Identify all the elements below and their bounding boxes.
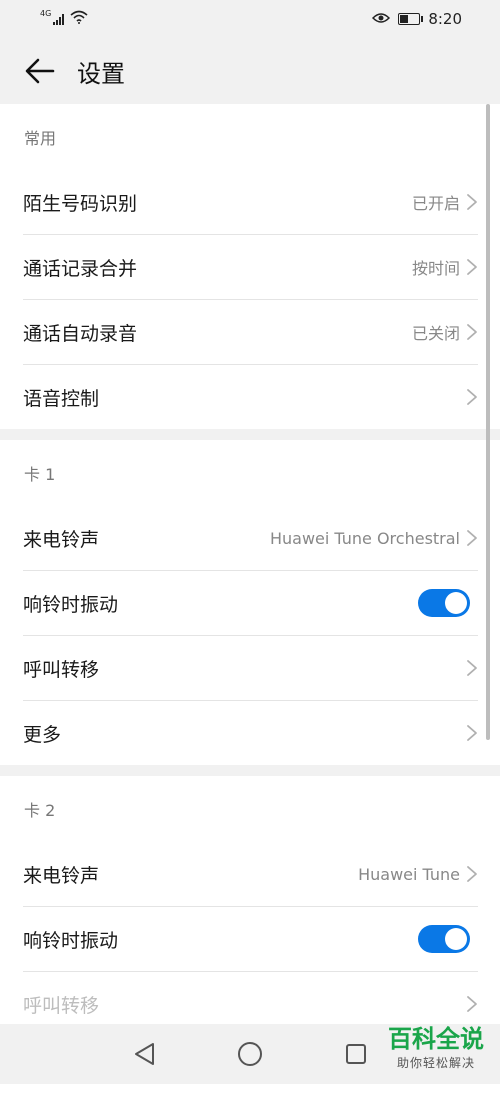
vibrate-toggle[interactable]	[418, 589, 470, 617]
row-right: Huawei Tune	[358, 865, 478, 884]
toggle-knob	[445, 928, 467, 950]
row-right: 已关闭	[412, 320, 478, 344]
settings-row[interactable]: 语音控制	[23, 365, 478, 429]
status-time: 8:20	[428, 10, 462, 28]
row-label: 通话记录合并	[23, 257, 138, 280]
signal-icon	[53, 13, 65, 25]
battery-icon	[398, 13, 424, 25]
row-right: 已开启	[412, 190, 478, 214]
watermark-subtitle: 助你轻松解决	[396, 1056, 475, 1070]
chevron-right-icon	[466, 865, 478, 883]
chevron-right-icon	[466, 323, 478, 341]
chevron-right-icon	[466, 659, 478, 677]
watermark-logo: 百科全说 助你轻松解决	[376, 1024, 496, 1084]
row-label: 语音控制	[23, 387, 100, 410]
chevron-right-icon	[466, 193, 478, 211]
row-value: Huawei Tune Orchestral	[269, 528, 460, 548]
row-right	[418, 589, 478, 617]
section-header: 常用	[24, 129, 57, 148]
settings-row[interactable]: 通话自动录音 已关闭	[23, 300, 478, 365]
battery-fill	[400, 15, 408, 23]
triangle-back-icon[interactable]	[130, 1040, 158, 1068]
arrow-left-icon[interactable]	[20, 51, 60, 91]
square-recent-icon[interactable]	[342, 1040, 370, 1068]
title-bar: 设置	[0, 38, 500, 104]
chevron-right-icon	[466, 529, 478, 547]
row-right	[466, 388, 478, 406]
row-value: 按时间	[411, 259, 460, 278]
row-right	[418, 925, 478, 953]
chevron-right-icon	[466, 724, 478, 742]
settings-row[interactable]: 陌生号码识别 已开启	[23, 170, 478, 235]
row-label: 陌生号码识别	[23, 192, 138, 215]
row-label: 来电铃声	[23, 528, 100, 551]
row-label: 更多	[23, 723, 62, 746]
section-header: 卡 1	[24, 465, 56, 484]
row-label: 响铃时振动	[23, 929, 119, 952]
row-label: 通话自动录音	[23, 322, 138, 345]
settings-row[interactable]: 通话记录合并 按时间	[23, 235, 478, 300]
row-right	[466, 659, 478, 677]
status-right: 8:20	[372, 10, 500, 28]
wifi-icon	[70, 10, 88, 28]
network-type: 4G	[40, 8, 52, 18]
row-right: 按时间	[412, 255, 478, 279]
settings-row[interactable]: 响铃时振动	[23, 571, 478, 636]
settings-row[interactable]: 更多	[23, 701, 478, 765]
page-title: 设置	[77, 59, 125, 88]
section-sim1: 卡 1 来电铃声 Huawei Tune Orchestral 响铃时振动呼叫转移更多	[0, 440, 500, 765]
row-right	[466, 724, 478, 742]
eye-icon	[372, 10, 391, 28]
chevron-right-icon	[466, 995, 478, 1013]
chevron-right-icon	[466, 388, 478, 406]
row-right: Huawei Tune Orchestral	[270, 529, 478, 548]
row-value: 已关闭	[411, 324, 460, 343]
settings-row[interactable]: 呼叫转移	[23, 636, 478, 701]
settings-row[interactable]: 来电铃声 Huawei Tune Orchestral	[23, 506, 478, 571]
status-bar: 4G 8:20	[0, 0, 500, 38]
row-label: 来电铃声	[23, 864, 100, 887]
section-header: 卡 2	[24, 801, 56, 820]
row-value: 已开启	[411, 194, 460, 213]
settings-content: 常用陌生号码识别 已开启通话记录合并 按时间通话自动录音 已关闭语音控制 卡 1 来电铃…	[0, 104, 500, 1101]
row-label: 响铃时振动	[23, 593, 119, 616]
toggle-knob	[445, 592, 467, 614]
row-right	[466, 995, 478, 1013]
scrollbar[interactable]	[486, 104, 490, 740]
settings-row[interactable]: 来电铃声 Huawei Tune	[23, 842, 478, 907]
status-left: 4G	[0, 8, 88, 28]
settings-row[interactable]: 响铃时振动	[23, 907, 478, 972]
row-label: 呼叫转移	[23, 658, 100, 681]
chevron-right-icon	[466, 258, 478, 276]
row-value: Huawei Tune	[358, 864, 460, 884]
watermark-title: 百科全说	[388, 1025, 484, 1053]
vibrate-toggle[interactable]	[418, 925, 470, 953]
circle-home-icon[interactable]	[236, 1040, 264, 1068]
row-label: 呼叫转移	[23, 994, 100, 1017]
section-common: 常用陌生号码识别 已开启通话记录合并 按时间通话自动录音 已关闭语音控制	[0, 104, 500, 429]
